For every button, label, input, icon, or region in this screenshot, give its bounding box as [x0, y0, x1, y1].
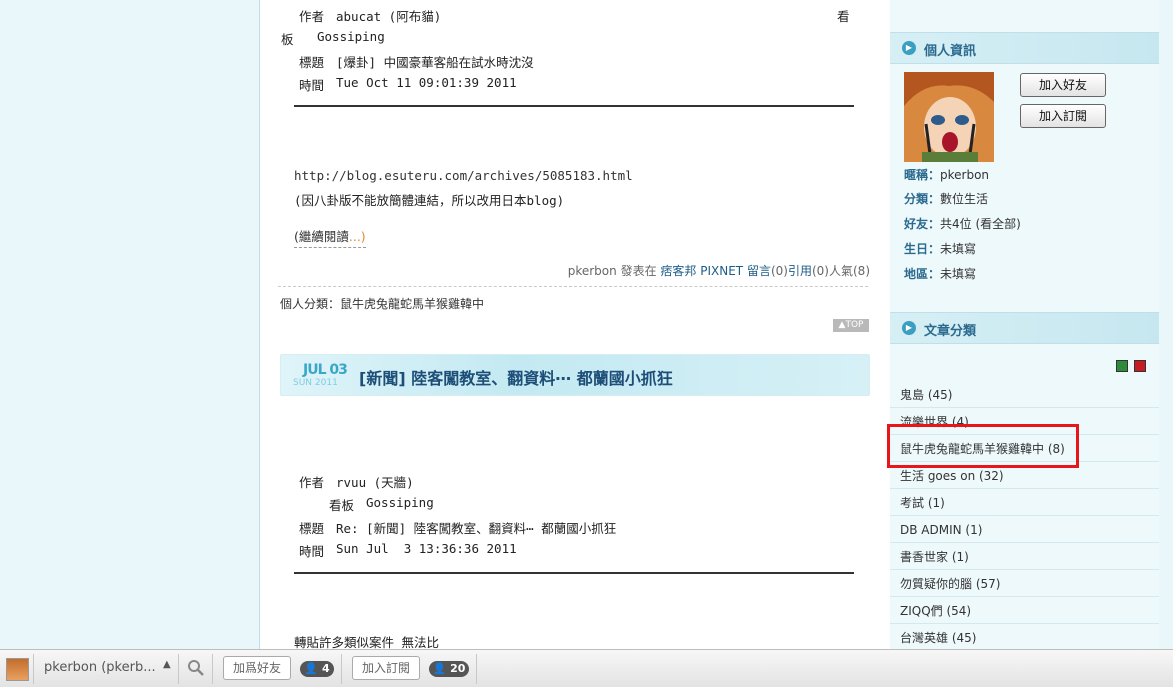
person-icon: 👤: [304, 662, 319, 675]
post2-board: Gossiping: [366, 495, 434, 510]
friends-count-badge: 👤 4: [300, 661, 334, 677]
main-content: 作者 abucat (阿布貓) 看 板 Gossiping 標題 [爆卦] 中國…: [259, 0, 891, 649]
post2-body: 轉貼許多類似案件 無法比: [294, 635, 440, 649]
add-friend-bar-button[interactable]: 加爲好友: [223, 656, 291, 680]
post2-time-label: 時間: [299, 544, 325, 559]
post1-url[interactable]: http://blog.esuteru.com/archives/5085183…: [294, 168, 633, 183]
category-item[interactable]: 書香世家 (1): [890, 544, 1159, 570]
post2-author: rvuu (天牆): [336, 475, 414, 490]
post2-time: Sun Jul 3 13:36:36 2011: [336, 541, 517, 556]
post2-weekday: SUN 2011: [293, 378, 338, 388]
post2-date: JUL 03: [303, 362, 348, 378]
site-link[interactable]: 痞客邦 PIXNET: [660, 264, 743, 278]
expand-icon[interactable]: [1116, 360, 1128, 372]
category-item[interactable]: 考試 (1): [890, 490, 1159, 516]
post2-title: Re: [新聞] 陸客闖教室、翻資料⋯ 都蘭國小抓狂: [336, 521, 617, 536]
post1-time-label: 時間: [299, 78, 325, 93]
post1-time: Tue Oct 11 09:01:39 2011: [336, 75, 517, 90]
post2-header: JUL 03 SUN 2011 [新聞] 陸客闖教室、翻資料⋯ 都蘭國小抓狂: [280, 354, 870, 396]
subscribers-count-badge: 👤 20: [429, 661, 469, 677]
category-item[interactable]: 勿質疑你的腦 (57): [890, 571, 1159, 597]
nickname-row: 暱稱：pkerbon: [904, 168, 990, 182]
post1-footer-divider: [278, 286, 868, 287]
subscribe-button[interactable]: 加入訂閱: [1020, 104, 1106, 128]
post2-board-label: 看板: [329, 498, 355, 513]
category-item[interactable]: ZIQQ們 (54): [890, 598, 1159, 624]
category-item[interactable]: 台灣英雄 (45): [890, 625, 1159, 649]
post1-board-label-a: 看: [837, 9, 850, 24]
sidebar: ▶ 個人資訊 加入好友 加入訂閱 暱稱：pkerbon 分類：數位生活 好友：共…: [890, 0, 1159, 649]
birthday-row: 生日：未填寫: [904, 242, 977, 256]
post2-title-link[interactable]: [新聞] 陸客闖教室、翻資料⋯ 都蘭國小抓狂: [359, 365, 673, 389]
read-more-link[interactable]: (繼續閱讀...): [294, 226, 366, 248]
arrow-right-icon: ▶: [902, 321, 916, 335]
person-icon: 👤: [432, 662, 447, 675]
highlight-box: [887, 424, 1079, 468]
post1-footer: pkerbon 發表在 痞客邦 PIXNET 留言(0)引用(0)人氣(8): [567, 264, 870, 278]
post1-divider: [294, 105, 854, 107]
post1-title-label: 標題: [299, 55, 325, 70]
friends-row[interactable]: 好友：共4位 (看全部): [904, 215, 1021, 232]
category-row: 分類：數位生活: [904, 192, 989, 206]
post1-board: Gossiping: [317, 29, 385, 44]
post1-category-line[interactable]: 個人分類：鼠牛虎兔龍蛇馬羊猴雞韓中: [280, 295, 484, 312]
post1-title: [爆卦] 中國豪華客船在試水時沈沒: [336, 55, 534, 70]
profile-section-header: ▶ 個人資訊: [890, 32, 1159, 64]
category-item[interactable]: DB ADMIN (1): [890, 517, 1159, 543]
post1-board-label-b: 板: [281, 32, 294, 47]
region-row: 地區：未填寫: [904, 267, 977, 281]
avatar-image-icon: [904, 72, 994, 162]
user-avatar-icon[interactable]: [6, 658, 29, 681]
subscribe-bar-button[interactable]: 加入訂閱: [352, 656, 420, 680]
post1-author-label: 作者: [299, 9, 325, 24]
categories-section-header: ▶ 文章分類: [890, 312, 1159, 344]
profile-section-title: 個人資訊: [924, 44, 977, 59]
search-icon[interactable]: [187, 659, 205, 677]
comment-link[interactable]: 留言: [747, 264, 771, 278]
cite-link[interactable]: 引用: [788, 264, 812, 278]
avatar[interactable]: [904, 72, 994, 162]
bottom-toolbar: pkerbon (pkerb... ▲ 加爲好友 👤 4 加入訂閱 👤 20: [0, 649, 1173, 687]
username-label[interactable]: pkerbon (pkerb...: [44, 660, 156, 675]
top-button[interactable]: ▲TOP: [833, 319, 869, 332]
collapse-icon[interactable]: [1134, 360, 1146, 372]
arrow-right-icon: ▶: [902, 41, 916, 55]
category-item[interactable]: 鬼島 (45): [890, 382, 1159, 408]
add-friend-button[interactable]: 加入好友: [1020, 73, 1106, 97]
post2-divider: [294, 572, 854, 574]
post2-title-label: 標題: [299, 521, 325, 536]
categories-section-title: 文章分類: [924, 324, 977, 339]
post2-author-label: 作者: [299, 475, 325, 490]
post1-note: (因八卦版不能放簡體連結，所以改用日本blog): [294, 193, 565, 208]
post1-author: abucat (阿布貓): [336, 9, 442, 24]
caret-up-icon[interactable]: ▲: [163, 659, 171, 670]
